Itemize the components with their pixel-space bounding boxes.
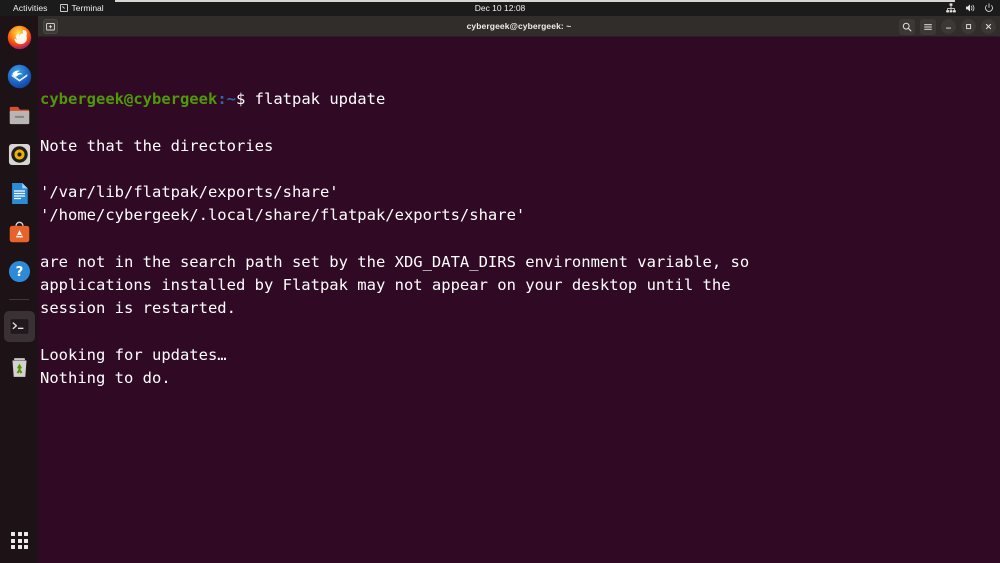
window-top-edge — [115, 0, 955, 2]
thunderbird-icon — [7, 64, 31, 89]
terminal-prompt-line: cybergeek@cybergeek:~$ flatpak update — [40, 88, 1000, 111]
terminal-icon — [8, 317, 30, 336]
terminal-icon — [59, 4, 68, 12]
grid-dot — [11, 545, 15, 549]
network-icon — [946, 3, 956, 13]
dock-item-thunderbird[interactable] — [6, 63, 33, 90]
gnome-top-bar: Activities Terminal Dec 10 12:08 — [0, 0, 1000, 16]
dock-item-files[interactable] — [6, 102, 33, 129]
terminal-line: session is restarted. — [40, 299, 236, 318]
minimize-button[interactable] — [941, 19, 956, 34]
terminal-body[interactable]: cybergeek@cybergeek:~$ flatpak update Not… — [38, 37, 1000, 563]
volume-icon — [965, 3, 975, 13]
grid-dot — [24, 545, 28, 549]
prompt-path: :~ — [217, 90, 236, 109]
firefox-icon — [7, 25, 31, 50]
terminal-line: are not in the search path set by the XD… — [40, 252, 750, 271]
window-title: cybergeek@cybergeek: ~ — [466, 21, 572, 31]
terminal-line: '/home/cybergeek/.local/share/flatpak/ex… — [40, 206, 526, 225]
ubuntu-software-icon — [9, 221, 29, 243]
restore-icon — [966, 24, 972, 30]
terminal-window: cybergeek@cybergeek: ~ cybergeek@cyberge… — [38, 16, 1000, 563]
minimize-icon — [946, 27, 951, 29]
grid-dot — [17, 545, 22, 549]
show-applications-button[interactable] — [11, 532, 28, 549]
maximize-button[interactable] — [961, 19, 976, 34]
focused-app-indicator[interactable]: Terminal — [54, 0, 110, 16]
activities-button[interactable]: Activities — [7, 0, 54, 16]
close-button[interactable] — [981, 19, 996, 34]
dock-item-trash[interactable] — [6, 354, 33, 381]
titlebar-right-group — [899, 16, 996, 37]
dock-item-terminal[interactable] — [3, 311, 35, 342]
grid-dot — [11, 538, 15, 543]
hamburger-menu-icon — [924, 23, 932, 30]
grid-dot — [17, 532, 22, 536]
desktop-screen: Activities Terminal Dec 10 12:08 ? cyber… — [0, 0, 1000, 563]
help-icon: ? — [8, 260, 30, 283]
power-icon — [984, 3, 994, 13]
grid-dot — [24, 538, 28, 543]
trash-icon — [11, 358, 27, 377]
focused-app-label: Terminal — [71, 3, 104, 13]
dock-item-help[interactable]: ? — [6, 258, 33, 285]
dock-item-firefox[interactable] — [6, 24, 33, 51]
terminal-line: Nothing to do. — [40, 368, 171, 387]
clock-button[interactable]: Dec 10 12:08 — [469, 0, 532, 16]
system-status-area[interactable] — [946, 0, 994, 16]
terminal-line: '/var/lib/flatpak/exports/share' — [40, 183, 339, 202]
search-icon — [902, 22, 912, 31]
top-bar-center-group: Dec 10 12:08 — [0, 0, 1000, 16]
terminal-line: Looking for updates… — [40, 345, 227, 364]
rhythmbox-icon — [8, 143, 30, 166]
grid-dot — [17, 538, 22, 543]
close-icon — [985, 23, 992, 30]
top-bar-left-group: Activities Terminal — [0, 0, 110, 16]
prompt-command: flatpak update — [245, 90, 386, 109]
dock-item-libreoffice-writer[interactable] — [6, 180, 33, 207]
dock-separator — [9, 299, 29, 300]
files-icon — [9, 106, 29, 125]
dock-item-ubuntu-software[interactable] — [6, 219, 33, 246]
terminal-output: cybergeek@cybergeek:~$ flatpak update Not… — [40, 42, 1000, 436]
svg-text:?: ? — [15, 265, 23, 280]
terminal-line: Note that the directories — [40, 136, 274, 155]
favorites-dock: ? — [0, 16, 38, 563]
titlebar-left-group — [38, 18, 58, 34]
dock-item-rhythmbox[interactable] — [6, 141, 33, 168]
prompt-sigil: $ — [235, 90, 246, 109]
main-menu-button[interactable] — [920, 18, 936, 35]
libreoffice-writer-icon — [11, 182, 28, 205]
new-tab-button[interactable] — [43, 18, 58, 34]
prompt-user-host: cybergeek@cybergeek — [40, 90, 218, 109]
search-button[interactable] — [899, 18, 915, 35]
terminal-line: applications installed by Flatpak may no… — [40, 275, 731, 294]
new-tab-icon — [46, 22, 55, 30]
grid-dot — [24, 532, 28, 536]
grid-dot — [11, 532, 15, 536]
terminal-titlebar[interactable]: cybergeek@cybergeek: ~ — [38, 16, 1000, 37]
